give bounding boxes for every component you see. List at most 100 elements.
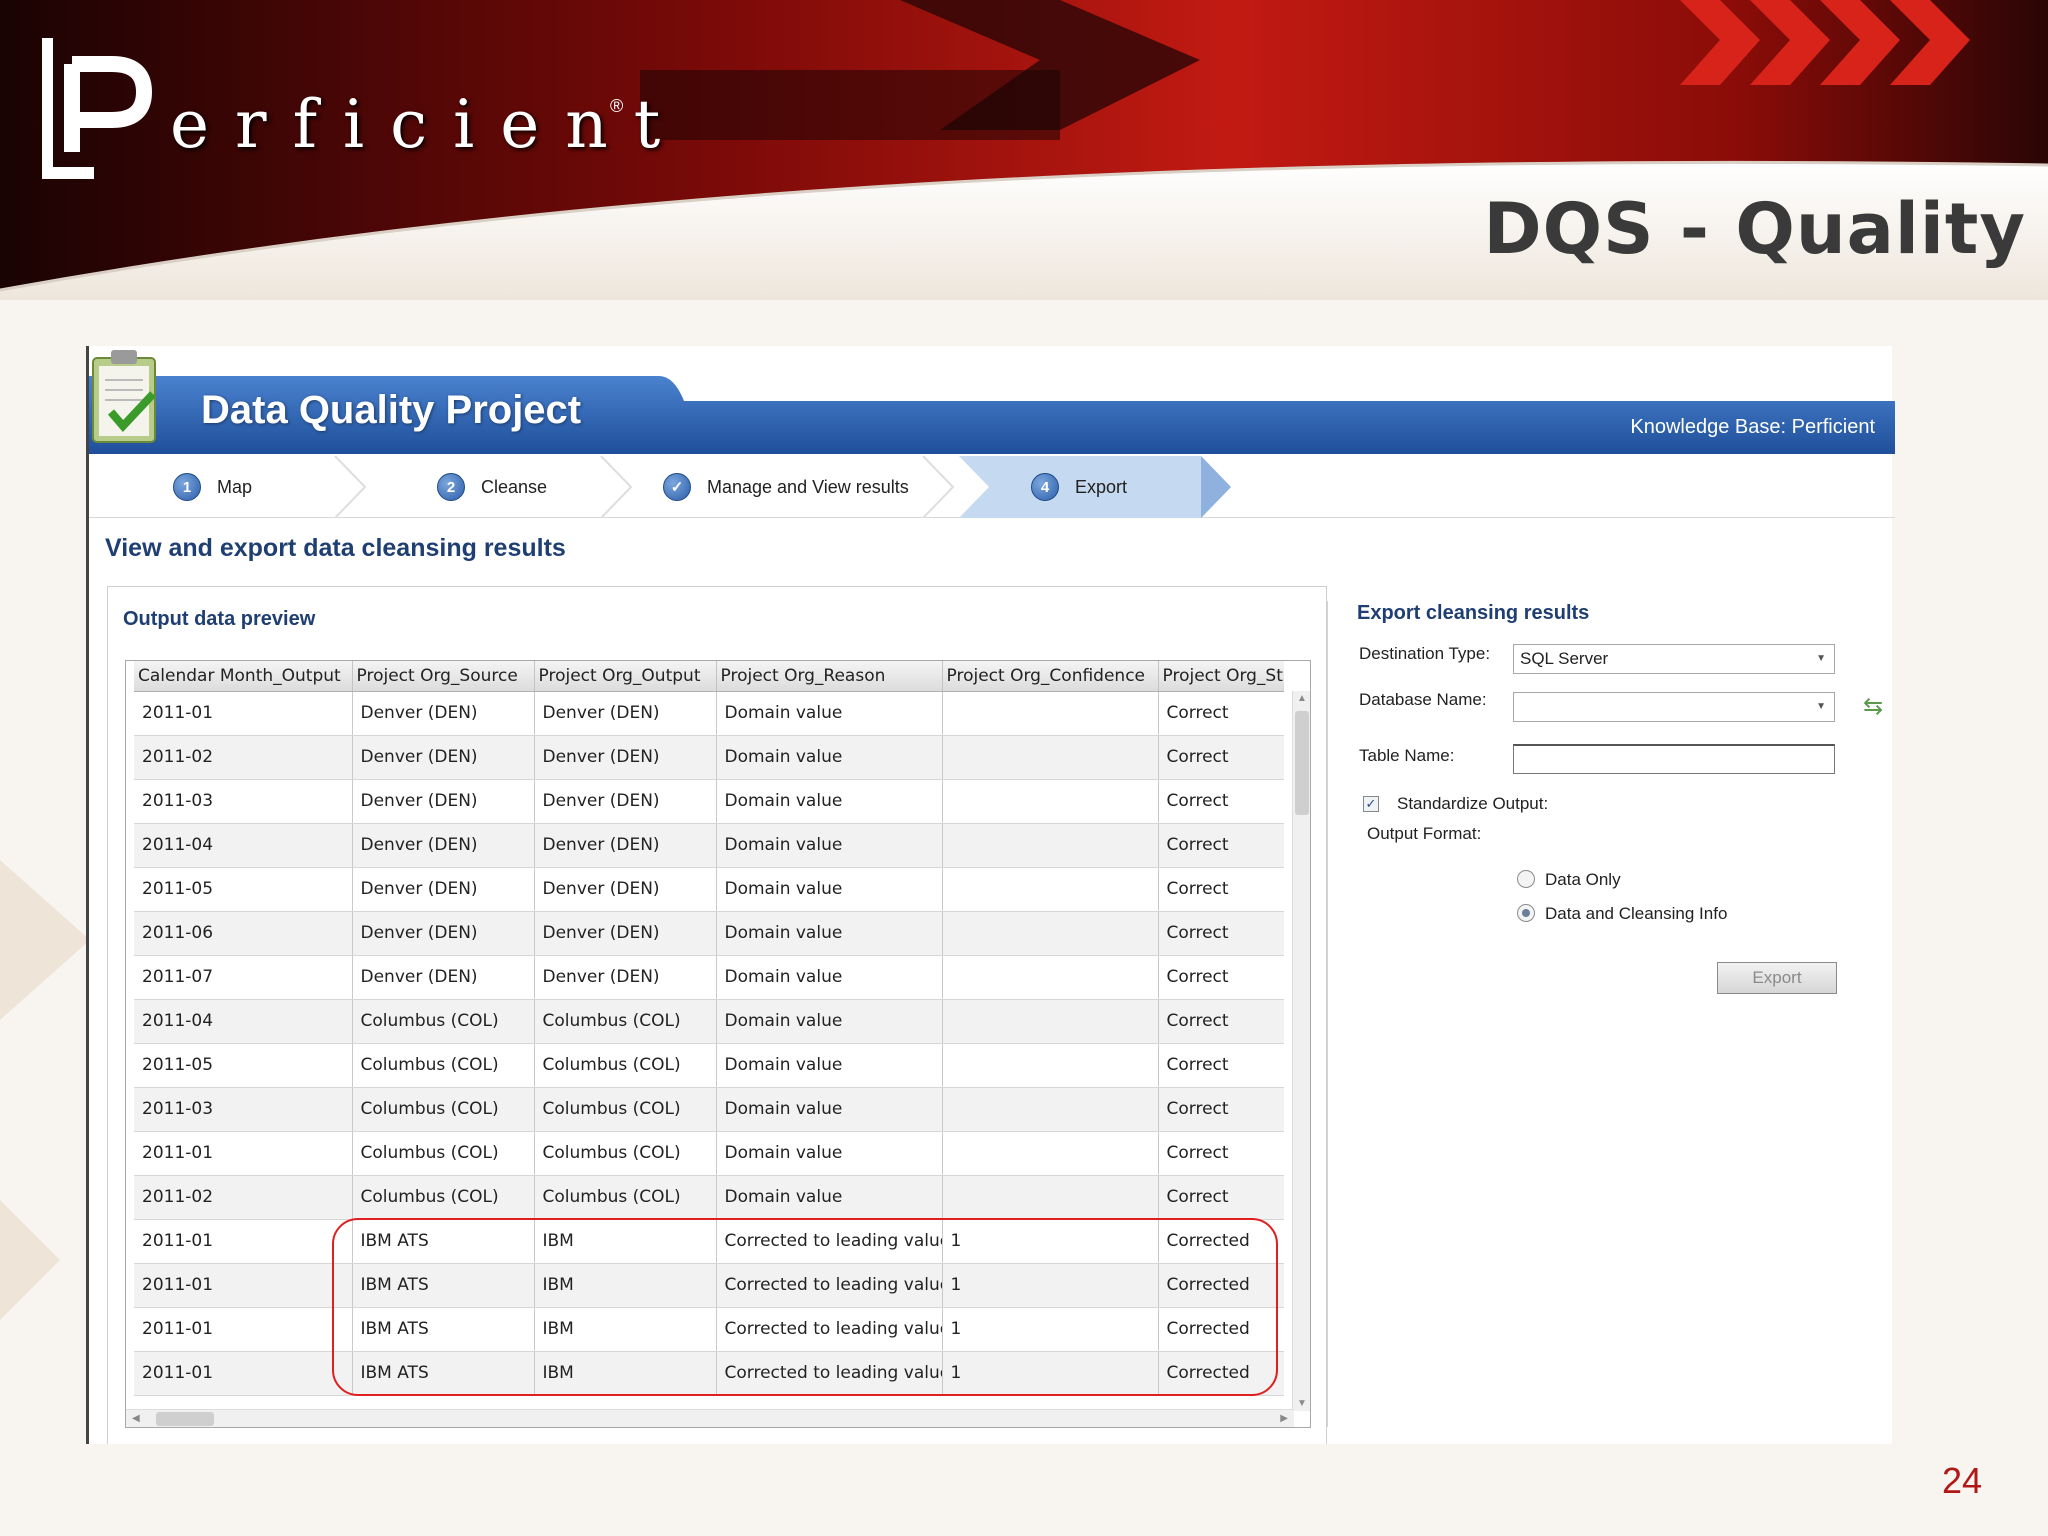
scroll-up-icon[interactable]: ▲ (1297, 693, 1307, 704)
table-cell: Corrected to leading value (716, 1219, 943, 1264)
scroll-right-icon[interactable]: ▶ (1280, 1413, 1288, 1424)
table-row[interactable]: 2011-02 Columbus (COL) Columbus (COL) Domai… (134, 1175, 1284, 1220)
table-row[interactable]: 2011-01 IBM ATS IBM Corrected to leading va… (134, 1351, 1284, 1396)
step-label: Export (1075, 476, 1128, 497)
grid-viewport: Calendar Month_Output Project Org_Source P… (134, 661, 1284, 1411)
table-row[interactable]: 2011-05 Denver (DEN) Denver (DEN) Domain va… (134, 867, 1284, 912)
table-row[interactable]: 2011-01 IBM ATS IBM Corrected to leading va… (134, 1263, 1284, 1308)
table-cell: Denver (DEN) (352, 779, 535, 824)
table-cell: Domain value (716, 1043, 943, 1088)
perficient-logo: erficient ® (42, 34, 682, 184)
radio-data-only[interactable] (1517, 870, 1535, 888)
radio-data-and-cleansing-info[interactable] (1517, 904, 1535, 922)
table-cell: IBM (534, 1351, 717, 1396)
table-cell: Denver (DEN) (534, 779, 717, 824)
table-row[interactable]: 2011-05 Columbus (COL) Columbus (COL) Domai… (134, 1043, 1284, 1088)
table-cell (942, 1087, 1159, 1132)
table-row[interactable]: 2011-01 IBM ATS IBM Corrected to leading va… (134, 1219, 1284, 1264)
table-cell: Domain value (716, 1087, 943, 1132)
database-name-label: Database Name: (1359, 690, 1487, 709)
logo-trademark: ® (610, 96, 624, 116)
panel-divider (1327, 601, 1328, 1427)
table-cell: Correct (1158, 867, 1284, 912)
column-header[interactable]: Project Org_Reason (716, 661, 943, 692)
step-number-icon: 4 (1031, 473, 1059, 501)
table-cell: 2011-01 (134, 1131, 353, 1176)
table-cell: Corrected (1158, 1307, 1284, 1352)
table-cell: IBM ATS (352, 1307, 535, 1352)
table-row[interactable]: 2011-04 Denver (DEN) Denver (DEN) Domain va… (134, 823, 1284, 868)
step-map[interactable]: 1 Map (173, 470, 252, 504)
table-cell: Corrected to leading value (716, 1307, 943, 1352)
table-cell: 2011-01 (134, 1351, 353, 1396)
table-row[interactable]: 2011-04 Columbus (COL) Columbus (COL) Domai… (134, 999, 1284, 1044)
table-row[interactable]: 2011-01 IBM ATS IBM Corrected to leading va… (134, 1307, 1284, 1352)
scroll-left-icon[interactable]: ◀ (132, 1413, 140, 1424)
table-cell: Denver (DEN) (534, 823, 717, 868)
table-cell: Denver (DEN) (352, 823, 535, 868)
table-cell: 2011-01 (134, 1219, 353, 1264)
table-header-row: Calendar Month_Output Project Org_Source P… (134, 661, 1284, 692)
table-row[interactable]: 2011-03 Columbus (COL) Columbus (COL) Domai… (134, 1087, 1284, 1132)
wizard-steps: 1 Map 2 Cleanse ✓ Manage and View result… (89, 456, 1895, 518)
table-cell: Columbus (COL) (534, 999, 717, 1044)
table-cell (942, 735, 1159, 780)
table-row[interactable]: 2011-01 Denver (DEN) Denver (DEN) Domain va… (134, 691, 1284, 736)
table-cell: Denver (DEN) (352, 691, 535, 736)
output-data-grid[interactable]: Calendar Month_Output Project Org_Source P… (125, 660, 1311, 1428)
clipboard-check-icon (92, 350, 156, 443)
step-manage-view[interactable]: ✓ Manage and View results (663, 470, 909, 504)
table-cell: Corrected to leading value (716, 1263, 943, 1308)
column-header[interactable]: Project Org_Output (534, 661, 717, 692)
vertical-scrollbar[interactable]: ▲ ▼ (1292, 691, 1310, 1411)
slide-title: DQS - Quality (1483, 188, 2026, 270)
table-cell: Correct (1158, 691, 1284, 736)
table-cell: 2011-02 (134, 735, 353, 780)
export-button[interactable]: Export (1717, 962, 1837, 994)
table-cell: Columbus (COL) (534, 1043, 717, 1088)
table-cell: 2011-03 (134, 779, 353, 824)
wizard-chevrons (334, 456, 1231, 518)
step-export[interactable]: 4 Export (1031, 470, 1127, 504)
table-cell (942, 867, 1159, 912)
column-header[interactable]: Project Org_Confidence (942, 661, 1159, 692)
table-cell: Correct (1158, 779, 1284, 824)
table-cell: Denver (DEN) (352, 735, 535, 780)
slide-banner: erficient ® DQS - Quality (0, 0, 2048, 300)
table-row[interactable]: 2011-07 Denver (DEN) Denver (DEN) Domain va… (134, 955, 1284, 1000)
table-row[interactable]: 2011-06 Denver (DEN) Denver (DEN) Domain va… (134, 911, 1284, 956)
export-section-title: Export cleansing results (1357, 602, 1590, 624)
database-name-select[interactable]: ▼ (1513, 692, 1835, 722)
column-header[interactable]: Project Org_Source (352, 661, 535, 692)
table-cell: Domain value (716, 999, 943, 1044)
table-name-input[interactable] (1513, 744, 1835, 774)
horizontal-scrollbar[interactable]: ◀ ▶ (126, 1409, 1294, 1427)
standardize-output-checkbox[interactable]: ✓ (1363, 796, 1379, 812)
table-cell: Correct (1158, 955, 1284, 1000)
table-cell (942, 911, 1159, 956)
table-row[interactable]: 2011-01 Columbus (COL) Columbus (COL) Domai… (134, 1131, 1284, 1176)
destination-type-select[interactable]: SQL Server ▼ (1513, 644, 1835, 674)
table-cell: IBM ATS (352, 1219, 535, 1264)
table-cell: 2011-02 (134, 1175, 353, 1220)
column-header[interactable]: Project Org_Sta (1158, 661, 1284, 692)
step-label: Cleanse (481, 476, 548, 497)
table-cell (942, 779, 1159, 824)
table-cell: Denver (DEN) (534, 735, 717, 780)
refresh-icon[interactable]: ⇆ (1863, 692, 1883, 721)
page-title: View and export data cleansing results (105, 534, 566, 562)
table-cell (942, 1131, 1159, 1176)
table-cell (942, 823, 1159, 868)
table-cell: 1 (942, 1219, 1159, 1264)
table-cell (942, 1175, 1159, 1220)
table-row[interactable]: 2011-03 Denver (DEN) Denver (DEN) Domain va… (134, 779, 1284, 824)
table-cell: Denver (DEN) (352, 955, 535, 1000)
step-number-icon: 2 (437, 473, 465, 501)
table-cell: Correct (1158, 1043, 1284, 1088)
column-header[interactable]: Calendar Month_Output (134, 661, 353, 692)
scroll-thumb[interactable] (1295, 711, 1309, 815)
scroll-thumb[interactable] (156, 1412, 214, 1426)
table-row[interactable]: 2011-02 Denver (DEN) Denver (DEN) Domain va… (134, 735, 1284, 780)
step-cleanse[interactable]: 2 Cleanse (437, 470, 547, 504)
scroll-down-icon[interactable]: ▼ (1297, 1398, 1307, 1409)
